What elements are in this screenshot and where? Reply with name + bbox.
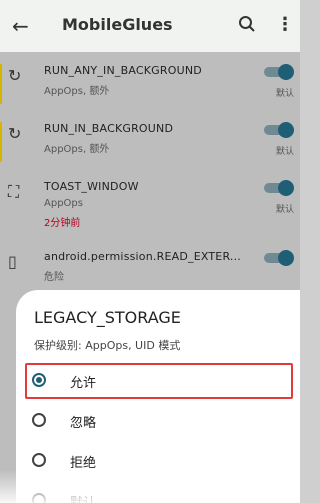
toggle-knob bbox=[278, 180, 294, 196]
status-label: 默认 bbox=[276, 205, 295, 215]
status-label: 默认 bbox=[276, 89, 295, 99]
protection-dialog: LEGACY_STORAGE 保护级别: AppOps, UID 模式 允许 忽… bbox=[16, 290, 300, 503]
dialog-title: LEGACY_STORAGE bbox=[34, 308, 181, 327]
radio-button[interactable] bbox=[32, 493, 46, 503]
permission-subtitle: AppOps, 额外 bbox=[44, 144, 110, 155]
permission-subtitle: 危险 bbox=[44, 272, 64, 283]
list-item[interactable]: ▯ android.permission.READ_EXTER... 危险 bbox=[0, 238, 300, 296]
permission-name: RUN_IN_BACKGROUND bbox=[44, 122, 174, 135]
protection-level: 保护级别: AppOps, UID 模式 bbox=[34, 339, 181, 352]
sd-card-icon: ▯ bbox=[8, 252, 17, 271]
permission-toggle[interactable] bbox=[264, 250, 294, 266]
frame-icon: ⛶ bbox=[8, 182, 20, 201]
toggle-knob bbox=[278, 250, 294, 266]
option-ignore[interactable]: 忽略 bbox=[16, 403, 300, 441]
sync-icon: ↻ bbox=[8, 66, 22, 85]
permission-name: RUN_ANY_IN_BACKGROUND bbox=[44, 64, 202, 77]
back-arrow-icon[interactable]: ← bbox=[12, 14, 29, 38]
sync-icon: ↻ bbox=[8, 124, 22, 143]
last-used-time: 2分钟前 bbox=[44, 218, 81, 229]
toggle-knob bbox=[278, 122, 294, 138]
option-label: 默认 bbox=[70, 492, 96, 503]
permission-toggle[interactable] bbox=[264, 64, 294, 80]
option-default[interactable]: 默认 bbox=[16, 483, 300, 503]
permission-subtitle: AppOps bbox=[44, 198, 83, 209]
option-label: 忽略 bbox=[70, 416, 97, 431]
permission-toggle[interactable] bbox=[264, 122, 294, 138]
list-item[interactable]: ↻ RUN_IN_BACKGROUND AppOps, 额外 默认 bbox=[0, 110, 300, 168]
status-label: 默认 bbox=[276, 147, 295, 157]
permission-subtitle: AppOps, 额外 bbox=[44, 86, 110, 97]
selection-highlight bbox=[25, 363, 293, 399]
permission-name: android.permission.READ_EXTER... bbox=[44, 250, 241, 263]
app-bar: ← MobileGlues ⋮ bbox=[0, 0, 300, 52]
list-item[interactable]: ⛶ TOAST_WINDOW AppOps 2分钟前 默认 bbox=[0, 168, 300, 229]
radio-button[interactable] bbox=[32, 413, 46, 427]
permission-name: TOAST_WINDOW bbox=[44, 180, 139, 193]
search-icon[interactable] bbox=[238, 15, 256, 33]
toggle-knob bbox=[278, 64, 294, 80]
permission-toggle[interactable] bbox=[264, 180, 294, 196]
option-deny[interactable]: 拒绝 bbox=[16, 443, 300, 481]
option-label: 拒绝 bbox=[70, 456, 97, 471]
radio-button[interactable] bbox=[32, 453, 46, 467]
page-title: MobileGlues bbox=[62, 15, 173, 34]
more-vertical-icon[interactable]: ⋮ bbox=[276, 14, 294, 35]
list-item[interactable]: ↻ RUN_ANY_IN_BACKGROUND AppOps, 额外 默认 bbox=[0, 52, 300, 110]
